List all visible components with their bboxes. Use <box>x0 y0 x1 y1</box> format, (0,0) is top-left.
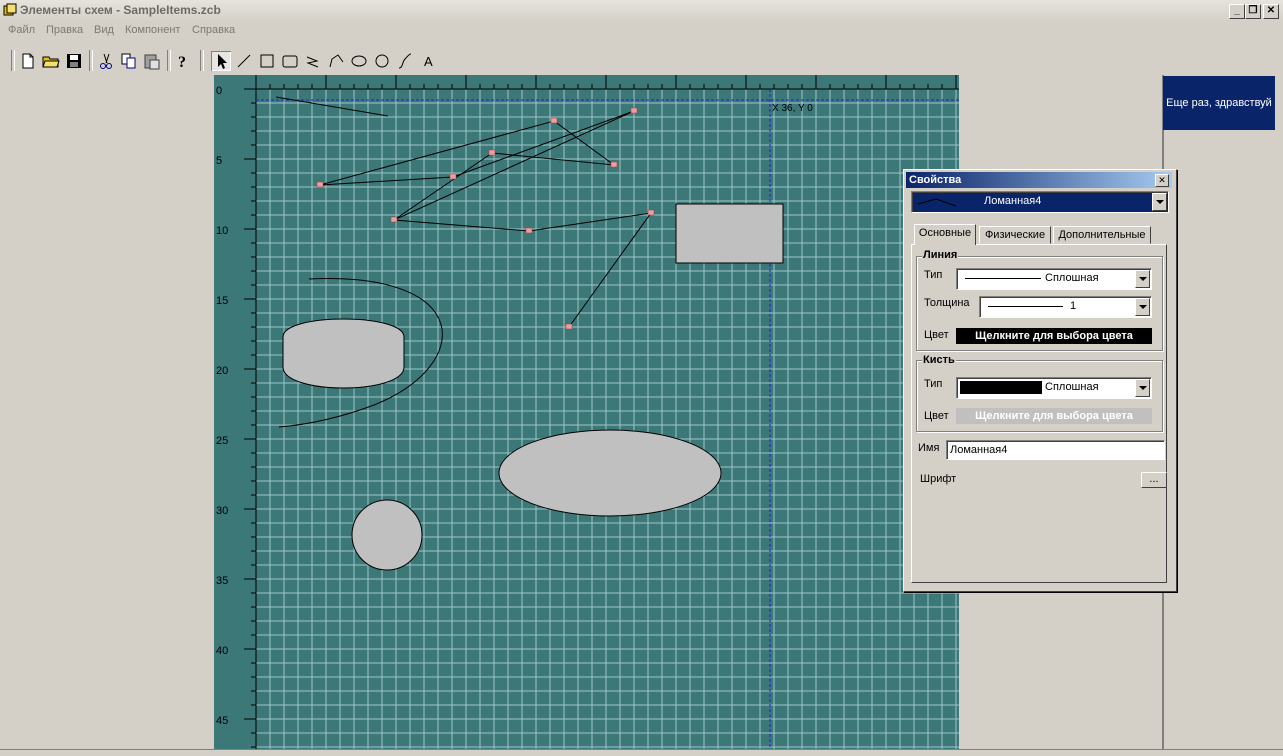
ruler-label: 25 <box>216 435 228 447</box>
tab-main[interactable]: Основные <box>914 224 976 245</box>
title-bar: Элементы схем - SampleItems.zcb _ ❐ ✕ <box>0 0 1283 22</box>
toolbar-separator <box>89 50 93 71</box>
line-width-preview <box>988 306 1063 307</box>
chevron-down-icon[interactable] <box>1135 298 1150 316</box>
ellipse-tool-icon[interactable] <box>349 51 369 71</box>
text-tool-label: A <box>424 54 433 69</box>
name-label: Имя <box>918 442 940 454</box>
new-file-icon[interactable] <box>18 51 38 71</box>
menu-bar: Файл Правка Вид Компонент Справка <box>0 22 1283 40</box>
restore-button[interactable]: ❐ <box>1245 4 1261 19</box>
close-button[interactable]: ✕ <box>1263 4 1279 19</box>
brush-fill-preview <box>960 381 1042 394</box>
ellipse-shape[interactable] <box>498 429 722 517</box>
open-folder-icon[interactable] <box>41 51 61 71</box>
polyline-tool-icon[interactable] <box>326 51 346 71</box>
line-width-select[interactable]: 1 <box>979 296 1152 318</box>
cylinder-shape[interactable] <box>282 318 405 389</box>
menu-view[interactable]: Вид <box>94 24 114 36</box>
properties-title-bar[interactable]: Свойства ✕ <box>906 172 1172 188</box>
line-type-value: Сплошная <box>1045 272 1099 284</box>
tab-physical[interactable]: Физические <box>979 226 1051 244</box>
properties-title: Свойства <box>909 174 962 186</box>
line-group-title: Линия <box>922 249 959 261</box>
ruler-label: 15 <box>216 295 228 307</box>
welcome-banner: Еще раз, здравствуй <box>1163 76 1275 130</box>
minimize-button[interactable]: _ <box>1229 4 1245 19</box>
round-rect-tool-icon[interactable] <box>280 51 300 71</box>
line-type-select[interactable]: Сплошная <box>956 268 1152 290</box>
brush-group-title: Кисть <box>922 354 956 366</box>
tab-main-label: Основные <box>918 227 972 239</box>
tab-advanced[interactable]: Дополнительные <box>1053 226 1151 244</box>
ruler-label: 40 <box>216 645 228 657</box>
font-label: Шрифт <box>920 473 957 485</box>
brush-color-label: Цвет <box>924 410 949 422</box>
app-icon <box>3 3 17 16</box>
window-title: Элементы схем - SampleItems.zcb <box>20 3 221 17</box>
line-tool-icon[interactable] <box>234 51 254 71</box>
toolbar-separator <box>11 50 15 71</box>
line-color-button[interactable]: Щелкните для выбора цвета <box>956 328 1152 344</box>
ruler-label: 45 <box>216 715 228 727</box>
tab-advanced-label: Дополнительные <box>1058 229 1146 241</box>
ruler-label: 0 <box>216 85 222 97</box>
ruler-label: 20 <box>216 365 228 377</box>
cut-icon[interactable] <box>96 51 116 71</box>
object-selector-value: Ломанная4 <box>984 195 1042 207</box>
pointer-tool-icon[interactable] <box>211 51 231 71</box>
object-selector[interactable]: Ломанная4 <box>911 191 1169 213</box>
polygon-tool-icon[interactable] <box>303 51 323 71</box>
brush-type-value: Сплошная <box>1045 381 1099 393</box>
menu-component[interactable]: Компонент <box>125 24 180 36</box>
name-field[interactable] <box>946 440 1165 460</box>
circle-tool-icon[interactable] <box>372 51 392 71</box>
menu-edit[interactable]: Правка <box>46 24 83 36</box>
canvas-svg[interactable]: 0 5 10 15 20 25 30 35 40 45 X 36, Y 0 <box>214 75 959 749</box>
tab-physical-label: Физические <box>984 229 1046 241</box>
rectangle-shape[interactable] <box>675 203 784 264</box>
drawing-canvas[interactable]: 0 5 10 15 20 25 30 35 40 45 X 36, Y 0 <box>214 75 959 749</box>
brush-type-select[interactable]: Сплошная <box>956 377 1152 399</box>
brush-color-button[interactable]: Щелкните для выбора цвета <box>956 408 1152 424</box>
right-panel <box>1162 75 1280 749</box>
line-width-value: 1 <box>1070 300 1077 312</box>
font-picker-button[interactable]: ... <box>1141 472 1167 488</box>
brush-type-label: Тип <box>924 378 943 390</box>
copy-icon[interactable] <box>119 51 139 71</box>
line-width-label: Толщина <box>924 297 970 309</box>
polyline-preview-icon <box>917 198 957 207</box>
toolbar-separator <box>167 50 171 71</box>
toolbar-separator <box>200 50 204 71</box>
toolbar: ? A <box>0 48 1283 74</box>
circle-shape[interactable] <box>351 499 423 571</box>
cursor-coordinates: X 36, Y 0 <box>772 103 813 114</box>
ruler-label: 35 <box>216 575 228 587</box>
save-icon[interactable] <box>64 51 84 71</box>
chevron-down-icon[interactable] <box>1152 193 1167 211</box>
line-style-preview <box>965 278 1041 279</box>
curve-tool-icon[interactable] <box>395 51 415 71</box>
paste-icon[interactable] <box>142 51 162 71</box>
line-color-label: Цвет <box>924 329 949 341</box>
svg-text:?: ? <box>178 54 186 71</box>
text-tool-icon[interactable]: A <box>418 51 438 71</box>
rect-tool-icon[interactable] <box>257 51 277 71</box>
chevron-down-icon[interactable] <box>1135 270 1150 288</box>
line-type-label: Тип <box>924 269 943 281</box>
help-icon[interactable]: ? <box>173 51 193 71</box>
chevron-down-icon[interactable] <box>1135 379 1150 397</box>
menu-help[interactable]: Справка <box>192 24 235 36</box>
ruler-label: 5 <box>216 155 222 167</box>
menu-file[interactable]: Файл <box>8 24 35 36</box>
properties-close-button[interactable]: ✕ <box>1155 174 1169 187</box>
ruler-label: 10 <box>216 225 228 237</box>
ruler-label: 30 <box>216 505 228 517</box>
